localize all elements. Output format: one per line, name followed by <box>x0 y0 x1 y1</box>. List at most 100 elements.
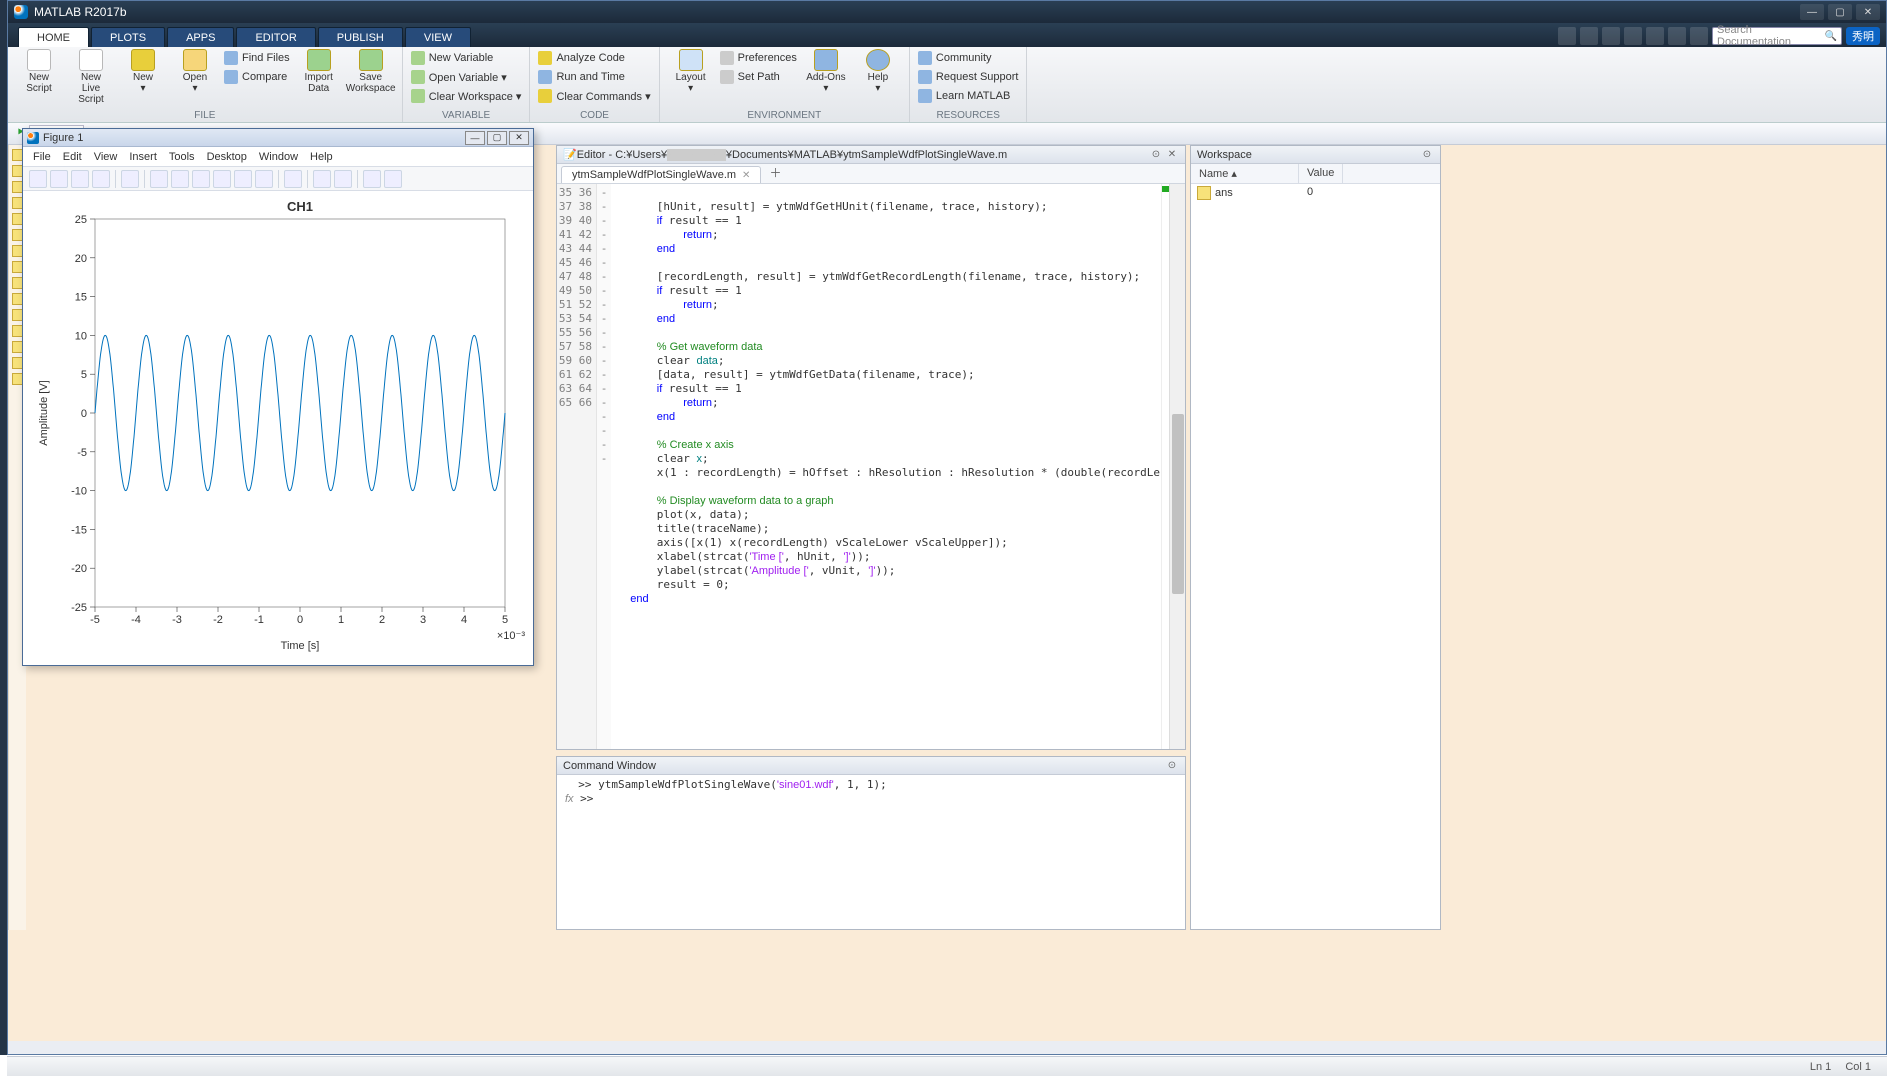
figure-window[interactable]: Figure 1 — ▢ ✕ File Edit View Insert Too… <box>22 128 534 666</box>
quick-help-icon[interactable] <box>1690 27 1708 45</box>
community-button[interactable]: Community <box>918 49 1019 67</box>
svg-text:×10⁻³: ×10⁻³ <box>497 630 525 642</box>
new-figure-icon[interactable] <box>29 170 47 188</box>
quick-paste-icon[interactable] <box>1624 27 1642 45</box>
analyze-code-button[interactable]: Analyze Code <box>538 49 650 67</box>
save-workspace-button[interactable]: SaveWorkspace <box>348 49 394 94</box>
ws-dropdown-icon[interactable]: ⊙ <box>1420 148 1434 162</box>
matlab-logo-icon <box>14 5 28 19</box>
new-live-script-button[interactable]: NewLive Script <box>68 49 114 105</box>
zoom-in-icon[interactable] <box>150 170 168 188</box>
learn-matlab-button[interactable]: Learn MATLAB <box>918 87 1019 105</box>
close-button[interactable]: ✕ <box>1856 4 1880 20</box>
set-path-button[interactable]: Set Path <box>720 68 797 86</box>
figure-maximize-button[interactable]: ▢ <box>487 131 507 145</box>
editor-scrollbar[interactable] <box>1169 184 1185 749</box>
show-tools-icon[interactable] <box>384 170 402 188</box>
menu-tools[interactable]: Tools <box>165 149 199 165</box>
open-variable-button[interactable]: Open Variable ▾ <box>411 68 522 86</box>
status-col: Col 1 <box>1845 1061 1871 1073</box>
hide-tools-icon[interactable] <box>363 170 381 188</box>
menu-view[interactable]: View <box>90 149 122 165</box>
maximize-button[interactable]: ▢ <box>1828 4 1852 20</box>
workspace-row[interactable]: ans 0 <box>1191 184 1440 202</box>
titlebar: MATLAB R2017b — ▢ ✕ <box>8 1 1886 23</box>
menu-file[interactable]: File <box>29 149 55 165</box>
find-files-button[interactable]: Find Files <box>224 49 290 67</box>
layout-button[interactable]: Layout▾ <box>668 49 714 94</box>
tab-home[interactable]: HOME <box>18 27 89 47</box>
tab-editor[interactable]: EDITOR <box>236 27 315 47</box>
editor-add-tab[interactable]: ＋ <box>761 162 789 183</box>
link-icon[interactable] <box>284 170 302 188</box>
menu-desktop[interactable]: Desktop <box>203 149 251 165</box>
tab-plots[interactable]: PLOTS <box>91 27 165 47</box>
command-window[interactable]: >> ytmSampleWdfPlotSingleWave('sine01.wd… <box>557 775 1185 929</box>
menu-help[interactable]: Help <box>306 149 337 165</box>
open-button[interactable]: Open▾ <box>172 49 218 94</box>
menu-window[interactable]: Window <box>255 149 302 165</box>
figure-close-button[interactable]: ✕ <box>509 131 529 145</box>
new-script-button[interactable]: NewScript <box>16 49 62 94</box>
figure-titlebar[interactable]: Figure 1 — ▢ ✕ <box>23 129 533 147</box>
minimize-button[interactable]: — <box>1800 4 1824 20</box>
plot-axes[interactable]: -5-4-3-2-1012345-25-20-15-10-50510152025… <box>23 191 533 665</box>
help-button[interactable]: Help▾ <box>855 49 901 94</box>
colorbar-icon[interactable] <box>313 170 331 188</box>
svg-text:Time [s]: Time [s] <box>281 640 320 652</box>
figure-logo-icon <box>27 132 39 144</box>
code-editor[interactable]: [hUnit, result] = ytmWdfGetHUnit(filenam… <box>611 184 1161 749</box>
user-chip[interactable]: 秀明 <box>1846 27 1880 45</box>
fold-gutter[interactable]: - - - - - - - - - - - - - - - - - - - - <box>597 184 611 749</box>
quick-redo-icon[interactable] <box>1668 27 1686 45</box>
svg-text:CH1: CH1 <box>287 199 313 214</box>
run-and-time-button[interactable]: Run and Time <box>538 68 650 86</box>
tab-apps[interactable]: APPS <box>167 27 234 47</box>
editor-panel: 📝 Editor - C:¥Users¥XXXXXXXX¥Documents¥M… <box>556 145 1186 750</box>
editor-file-tabs: ytmSampleWdfPlotSingleWave.m✕ ＋ <box>557 164 1185 184</box>
tab-view[interactable]: VIEW <box>405 27 471 47</box>
svg-text:-5: -5 <box>90 614 100 626</box>
workspace-header[interactable]: Name ▴ Value <box>1191 164 1440 184</box>
addons-button[interactable]: Add-Ons▾ <box>803 49 849 94</box>
zoom-out-icon[interactable] <box>171 170 189 188</box>
new-variable-button[interactable]: New Variable <box>411 49 522 67</box>
new-button[interactable]: New▾ <box>120 49 166 94</box>
quick-copy-icon[interactable] <box>1602 27 1620 45</box>
legend-icon[interactable] <box>334 170 352 188</box>
brush-icon[interactable] <box>255 170 273 188</box>
clear-workspace-button[interactable]: Clear Workspace ▾ <box>411 87 522 105</box>
request-support-button[interactable]: Request Support <box>918 68 1019 86</box>
data-cursor-icon[interactable] <box>234 170 252 188</box>
pan-icon[interactable] <box>192 170 210 188</box>
cmd-dropdown-icon[interactable]: ⊙ <box>1165 759 1179 773</box>
quick-undo-icon[interactable] <box>1646 27 1664 45</box>
svg-text:10: 10 <box>75 330 87 342</box>
open-figure-icon[interactable] <box>50 170 68 188</box>
statusbar: Ln 1 Col 1 <box>7 1056 1887 1076</box>
svg-text:25: 25 <box>75 214 87 226</box>
svg-text:20: 20 <box>75 253 87 265</box>
menu-insert[interactable]: Insert <box>125 149 161 165</box>
quick-cut-icon[interactable] <box>1580 27 1598 45</box>
editor-close-icon[interactable]: ✕ <box>1165 148 1179 162</box>
rotate-icon[interactable] <box>213 170 231 188</box>
quick-save-icon[interactable] <box>1558 27 1576 45</box>
clear-commands-button[interactable]: Clear Commands ▾ <box>538 87 650 105</box>
pointer-icon[interactable] <box>121 170 139 188</box>
tab-publish[interactable]: PUBLISH <box>318 27 403 47</box>
import-data-button[interactable]: ImportData <box>296 49 342 94</box>
code-minimap[interactable] <box>1161 184 1169 749</box>
menu-edit[interactable]: Edit <box>59 149 86 165</box>
editor-dropdown-icon[interactable]: ⊙ <box>1149 148 1163 162</box>
editor-file-tab[interactable]: ytmSampleWdfPlotSingleWave.m✕ <box>561 166 761 183</box>
compare-button[interactable]: Compare <box>224 68 290 86</box>
save-figure-icon[interactable] <box>71 170 89 188</box>
svg-text:5: 5 <box>81 369 87 381</box>
print-figure-icon[interactable] <box>92 170 110 188</box>
tab-close-icon[interactable]: ✕ <box>742 170 750 181</box>
search-input[interactable]: Search Documentation <box>1712 27 1842 45</box>
figure-minimize-button[interactable]: — <box>465 131 485 145</box>
svg-text:0: 0 <box>81 408 87 420</box>
preferences-button[interactable]: Preferences <box>720 49 797 67</box>
